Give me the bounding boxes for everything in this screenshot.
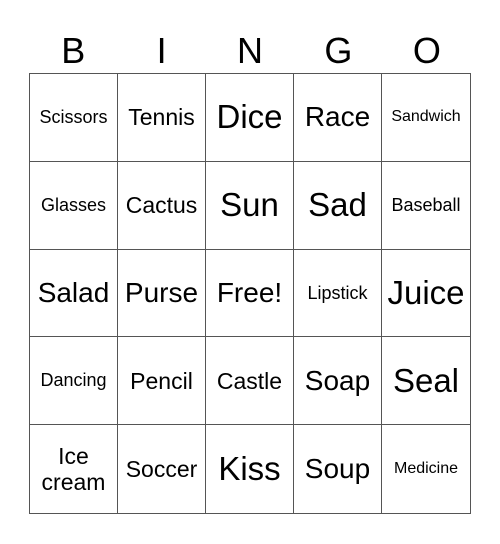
bingo-cell[interactable]: Scissors xyxy=(30,74,118,162)
bingo-cell[interactable]: Sandwich xyxy=(382,74,470,162)
header-letter-g: G xyxy=(324,30,353,71)
bingo-cell[interactable]: Cactus xyxy=(118,161,206,250)
bingo-cell[interactable]: Soccer xyxy=(118,425,206,513)
bingo-cell[interactable]: Dice xyxy=(206,74,294,162)
bingo-cell[interactable]: Salad xyxy=(30,249,118,338)
bingo-cell[interactable]: Baseball xyxy=(382,162,470,250)
header-letter-i: I xyxy=(156,30,167,71)
bingo-cell[interactable]: Ice cream xyxy=(30,425,118,513)
bingo-cell[interactable]: Kiss xyxy=(206,425,294,513)
bingo-cell[interactable]: Dancing xyxy=(30,337,118,426)
bingo-cell[interactable]: Seal xyxy=(382,337,470,426)
bingo-cell[interactable]: Sun xyxy=(206,161,294,250)
bingo-cell[interactable]: Juice xyxy=(382,250,470,338)
header-letter-b: B xyxy=(61,30,86,71)
free-space-cell[interactable]: Free! xyxy=(206,249,294,338)
header-letter-o: O xyxy=(412,30,441,71)
bingo-cell[interactable]: Soap xyxy=(294,337,382,426)
bingo-cell[interactable]: Race xyxy=(294,74,382,162)
bingo-cell[interactable]: Glasses xyxy=(30,161,118,250)
bingo-cell[interactable]: Lipstick xyxy=(294,249,382,338)
header-letter-n: N xyxy=(237,30,264,71)
bingo-cell[interactable]: Sad xyxy=(294,161,382,250)
bingo-board: Scissors Tennis Dice Race Sandwich Glass… xyxy=(29,73,471,514)
bingo-cell[interactable]: Castle xyxy=(206,337,294,426)
bingo-cell[interactable]: Purse xyxy=(118,249,206,338)
bingo-cell[interactable]: Pencil xyxy=(118,337,206,426)
bingo-cell[interactable]: Tennis xyxy=(118,74,206,162)
bingo-cell[interactable]: Soup xyxy=(294,425,382,513)
bingo-header: B I N G O xyxy=(29,28,471,73)
bingo-cell[interactable]: Medicine xyxy=(382,425,470,513)
